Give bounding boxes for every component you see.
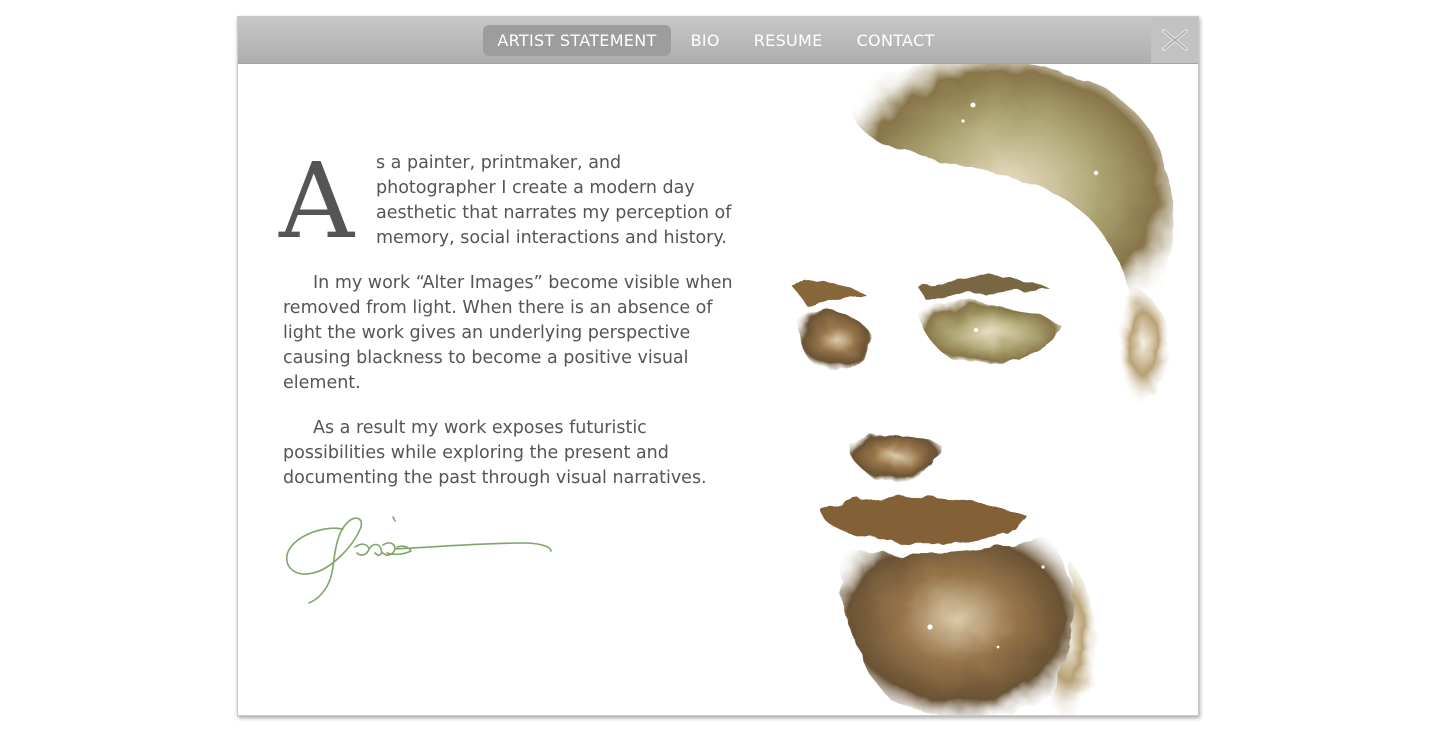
nav-artist-statement[interactable]: ARTIST STATEMENT	[483, 24, 671, 56]
nav-resume[interactable]: RESUME	[740, 25, 837, 56]
close-icon	[1161, 29, 1188, 51]
artist-modal: ARTIST STATEMENT BIO RESUME CONTACT A s …	[237, 16, 1199, 716]
lead-paragraph: s a painter, printmaker, and photographe…	[376, 153, 732, 248]
statement-paragraph: As a result my work exposes futuristic p…	[283, 418, 707, 488]
statement-paragraph: In my work “Alter Images” become visible…	[283, 273, 733, 393]
signature-image	[286, 516, 552, 604]
nav-contact[interactable]: CONTACT	[843, 25, 949, 56]
artist-statement: A s a painter, printmaker, and photograp…	[279, 143, 743, 491]
statement-lead: A s a painter, printmaker, and photograp…	[279, 143, 743, 259]
main-nav: ARTIST STATEMENT BIO RESUME CONTACT	[238, 17, 1150, 63]
top-nav-bar: ARTIST STATEMENT BIO RESUME CONTACT	[238, 17, 1198, 64]
close-button[interactable]	[1151, 17, 1198, 63]
drop-cap: A	[279, 140, 355, 262]
portrait-image	[793, 59, 1173, 715]
nav-bio[interactable]: BIO	[677, 25, 734, 56]
